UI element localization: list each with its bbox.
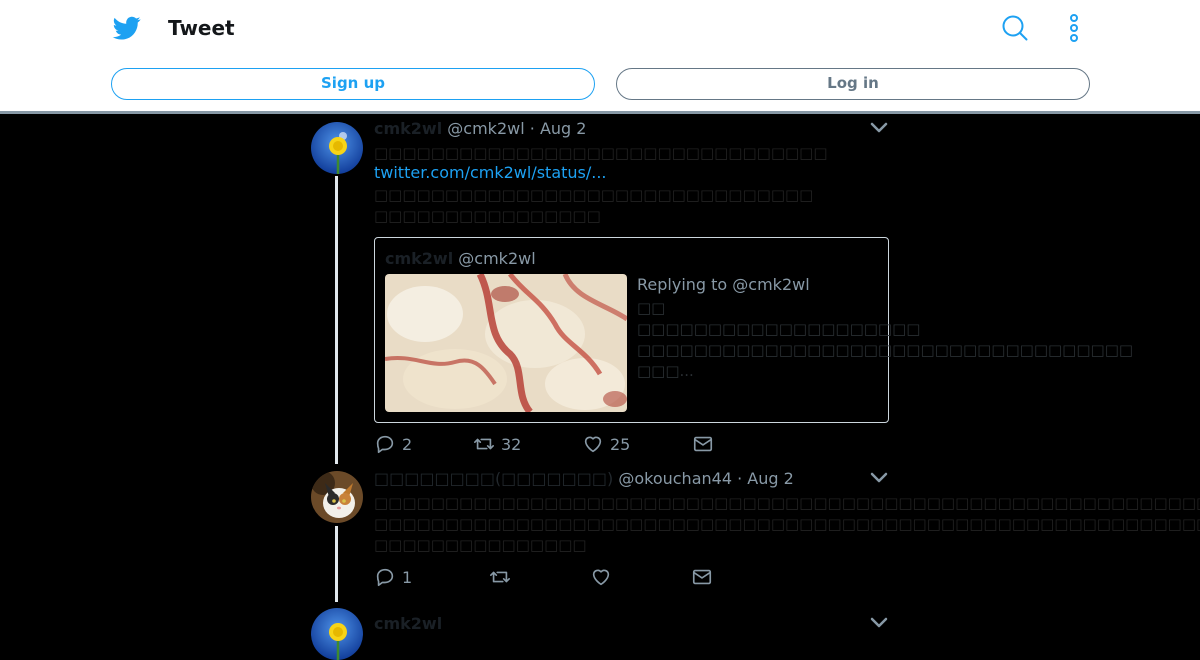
reply-count: 2 bbox=[402, 434, 413, 454]
chevron-down-icon[interactable] bbox=[870, 472, 888, 484]
reply-icon bbox=[376, 568, 394, 587]
tweet-meta: cmk2wl bbox=[374, 614, 442, 634]
like-count: 25 bbox=[610, 434, 631, 454]
tweet-link[interactable]: twitter.com/cmk2wl/status/... bbox=[374, 163, 607, 183]
tweet-text: □□□□□□□□□□□□□□□□□□□□□□□□□□□□□□□ bbox=[374, 186, 814, 204]
retweet-button[interactable]: 32 bbox=[473, 433, 521, 455]
more-vertical-icon[interactable] bbox=[1064, 14, 1084, 42]
retweet-count: 32 bbox=[501, 434, 522, 454]
chevron-down-icon[interactable] bbox=[870, 122, 888, 134]
quoted-tweet-image[interactable] bbox=[385, 274, 627, 412]
thread-line bbox=[335, 176, 338, 464]
tweet-text: □□□□□□□□□□□□□□□□□□□□□□□□□□□□□□□□ bbox=[374, 144, 828, 162]
author-handle[interactable]: @cmk2wl bbox=[447, 119, 524, 138]
page-title: Tweet bbox=[168, 16, 235, 40]
avatar[interactable] bbox=[311, 471, 363, 523]
log-in-button[interactable]: Log in bbox=[616, 68, 1090, 100]
retweet-button[interactable] bbox=[489, 566, 517, 588]
reply-button[interactable]: 2 bbox=[374, 433, 412, 455]
heart-icon bbox=[592, 569, 610, 586]
quoted-author-name: cmk2wl bbox=[385, 249, 454, 268]
author-name[interactable]: □□□□□□□□(□□□□□□□) bbox=[374, 469, 613, 488]
sign-up-button[interactable]: Sign up bbox=[111, 68, 595, 100]
tweet-date[interactable]: Aug 2 bbox=[747, 469, 794, 488]
separator: · bbox=[529, 119, 535, 138]
separator: · bbox=[737, 469, 743, 488]
quoted-tweet[interactable]: cmk2wl @cmk2wl Replying to @cmk2wl □□ □□… bbox=[374, 237, 1134, 423]
quoted-tweet-text: □□ □□□□□□□□□□□□□□□□□□□□ □□□□□□□□□□□□□□□□… bbox=[637, 299, 1134, 380]
search-icon[interactable] bbox=[1002, 15, 1028, 41]
tweet-meta: □□□□□□□□(□□□□□□□) @okouchan44 · Aug 2 bbox=[374, 469, 794, 489]
direct-message-button[interactable] bbox=[692, 433, 714, 455]
heart-icon bbox=[584, 436, 602, 453]
like-button[interactable] bbox=[590, 566, 618, 588]
tweet-date[interactable]: Aug 2 bbox=[540, 119, 587, 138]
chevron-down-icon[interactable] bbox=[870, 617, 888, 629]
quoted-author-handle: @cmk2wl bbox=[458, 249, 536, 268]
quoted-tweet-header: cmk2wl @cmk2wl bbox=[385, 249, 536, 269]
reply-icon bbox=[376, 435, 394, 454]
replying-to[interactable]: Replying to @cmk2wl bbox=[637, 275, 810, 295]
author-name[interactable]: cmk2wl bbox=[374, 119, 442, 138]
tweet-meta: cmk2wl @cmk2wl · Aug 2 bbox=[374, 119, 586, 139]
envelope-icon bbox=[692, 569, 712, 585]
envelope-icon bbox=[693, 436, 713, 452]
tweet-text: □□□□□□□□□□□□□□□□□□□□□□□□□□□□□□□□□□□□□□□□… bbox=[374, 515, 1200, 533]
avatar[interactable] bbox=[311, 122, 363, 174]
tweet-text: □□□□□□□□□□□□□□□□□□□□□□□□□□□□□□□□□□□□□□□□… bbox=[374, 494, 1200, 512]
top-bar: Tweet Sign up Log in bbox=[0, 0, 1200, 114]
avatar[interactable] bbox=[311, 608, 363, 660]
thread-line bbox=[335, 526, 338, 602]
tweet-text: □□□□□□□□□□□□□□□□ bbox=[374, 207, 601, 225]
reply-button[interactable]: 1 bbox=[374, 566, 412, 588]
direct-message-button[interactable] bbox=[691, 566, 713, 588]
like-button[interactable]: 25 bbox=[582, 433, 630, 455]
author-handle[interactable]: @okouchan44 bbox=[618, 469, 732, 488]
twitter-bird-icon[interactable] bbox=[112, 14, 142, 42]
tweet-text: □□□□□□□□□□□□□□□ bbox=[374, 536, 587, 554]
retweet-icon bbox=[490, 571, 510, 583]
author-name[interactable]: cmk2wl bbox=[374, 614, 442, 633]
reply-count: 1 bbox=[402, 567, 413, 587]
retweet-icon bbox=[474, 438, 494, 450]
